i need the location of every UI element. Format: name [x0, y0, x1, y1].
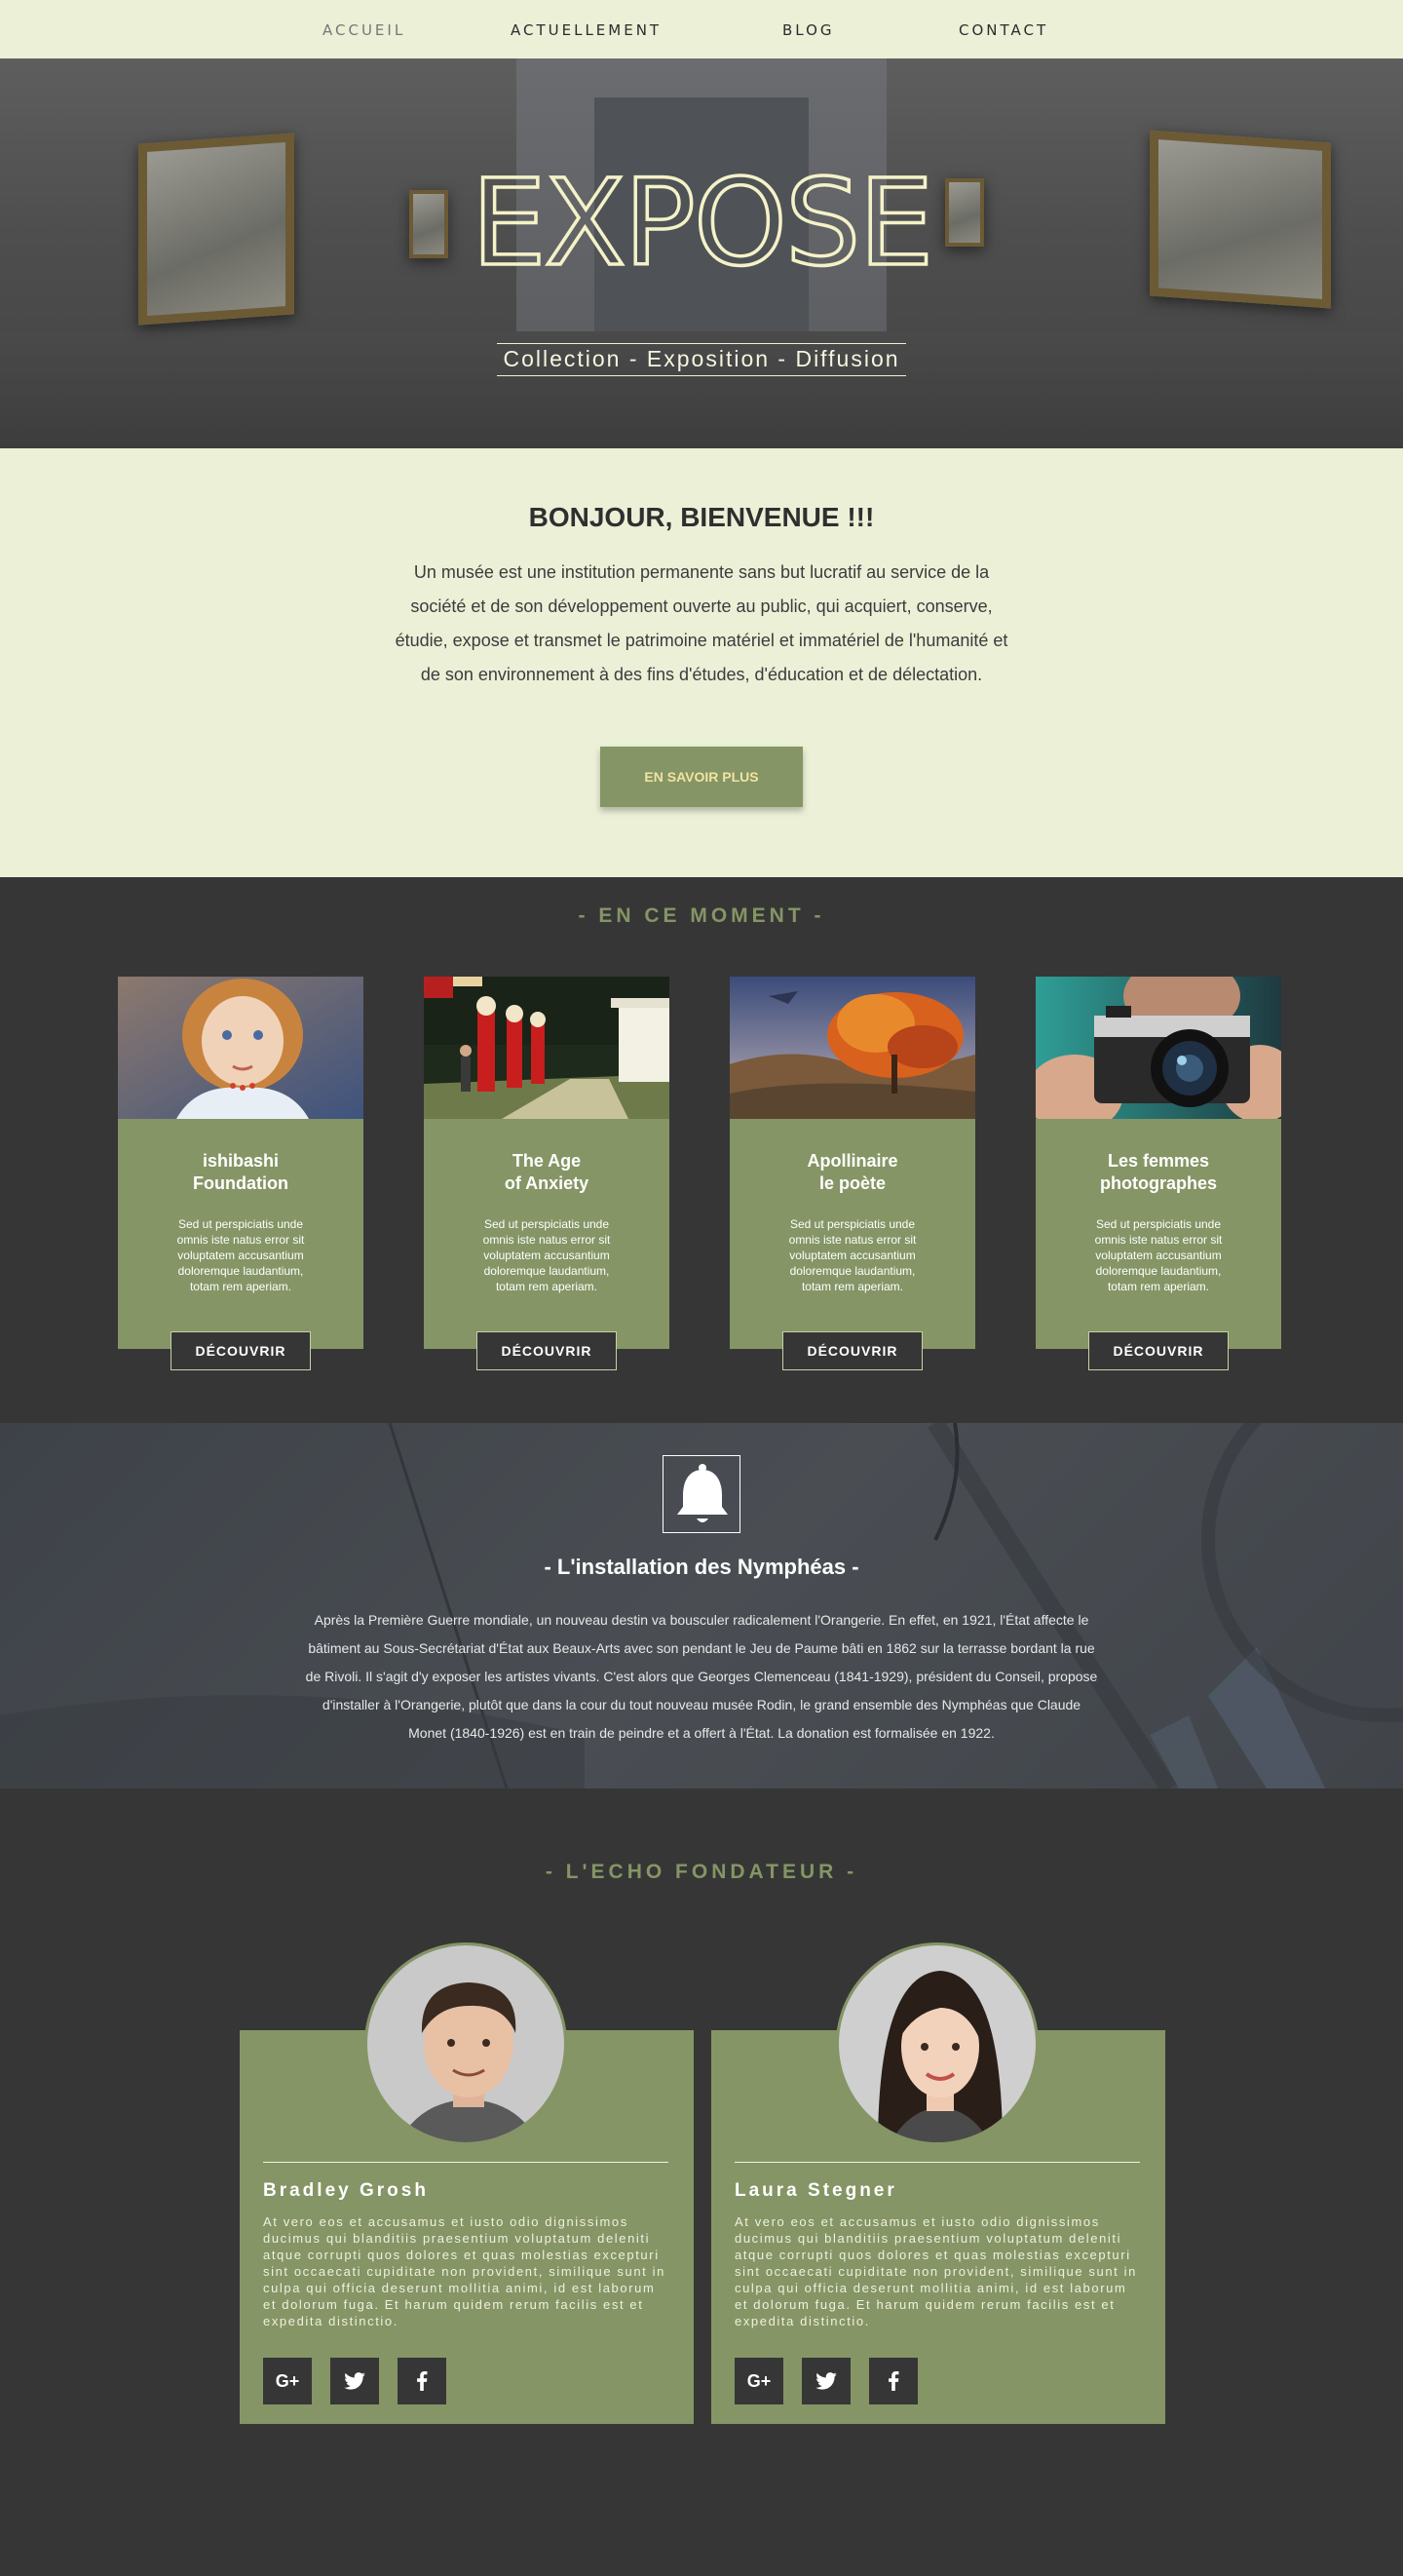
founder-divider — [735, 2162, 1140, 2163]
current-exhibitions-title: - EN CE MOMENT - — [578, 904, 825, 927]
top-nav: ACCUEIL ACTUELLEMENT BLOG CONTACT — [0, 0, 1403, 58]
exhibition-card: Apollinaire le poète Sed ut perspiciatis … — [730, 977, 975, 1370]
founders-section: - L'ECHO FONDATEUR - Bradley Grosh At ve… — [0, 1788, 1403, 2576]
hero-banner: EXPOSE Collection - Exposition - Diffusi… — [0, 58, 1403, 448]
bell-icon-box — [663, 1455, 740, 1533]
exhibition-card-text: Sed ut perspiciatis unde omnis iste natu… — [788, 1217, 917, 1293]
exhibition-image-autumn-tree — [730, 977, 975, 1119]
exhibition-image-photographer — [1036, 977, 1281, 1119]
nympheas-title: - L'installation des Nymphéas - — [544, 1555, 859, 1579]
facebook-button[interactable] — [869, 2358, 918, 2404]
nav-link-contact[interactable]: CONTACT — [959, 21, 1048, 39]
avatar — [364, 1942, 567, 2145]
hero-tagline: Collection - Exposition - Diffusion — [497, 343, 906, 376]
nav-link-actuellement[interactable]: ACTUELLEMENT — [511, 21, 662, 39]
exhibition-card-text: Sed ut perspiciatis unde omnis iste natu… — [1094, 1217, 1223, 1293]
exhibition-card-title: ishibashi Foundation — [193, 1151, 288, 1193]
twitter-icon — [815, 2372, 837, 2390]
bell-icon — [677, 1464, 728, 1522]
hero-painting-right — [1150, 130, 1331, 309]
exhibition-card: ishibashi Foundation Sed ut perspiciatis … — [118, 977, 363, 1370]
founder-bio: At vero eos et accusamus et iusto odio d… — [735, 2214, 1137, 2328]
hero-painting-left — [138, 133, 294, 326]
founders-title: - L'ECHO FONDATEUR - — [545, 1861, 858, 1883]
facebook-icon — [417, 2371, 428, 2391]
founder-card: Bradley Grosh At vero eos et accusamus e… — [240, 1942, 694, 2424]
twitter-button[interactable] — [330, 2358, 379, 2404]
exhibition-card: Les femmes photographes Sed ut perspiciat… — [1036, 977, 1281, 1370]
welcome-title: BONJOUR, BIENVENUE !!! — [528, 502, 875, 532]
google-plus-button[interactable]: G+ — [263, 2358, 312, 2404]
discover-button[interactable]: DÉCOUVRIR — [476, 1331, 617, 1370]
current-exhibitions-section: - EN CE MOMENT - ishibashi Foundation Sed… — [0, 877, 1403, 1423]
exhibition-card-title: The Age of Anxiety — [504, 1151, 589, 1193]
facebook-icon — [889, 2371, 899, 2391]
twitter-button[interactable] — [802, 2358, 851, 2404]
discover-button[interactable]: DÉCOUVRIR — [1088, 1331, 1229, 1370]
twitter-icon — [344, 2372, 365, 2390]
exhibition-card-text: Sed ut perspiciatis unde omnis iste natu… — [482, 1217, 611, 1293]
learn-more-button[interactable]: EN SAVOIR PLUS — [600, 747, 803, 807]
exhibition-card-title: Apollinaire le poète — [807, 1151, 898, 1193]
welcome-text: Un musée est une institution permanente … — [395, 562, 1008, 684]
exhibition-card-text: Sed ut perspiciatis unde omnis iste natu… — [176, 1217, 305, 1293]
exhibition-image-gas-station — [424, 977, 669, 1119]
exhibition-card-title: Les femmes photographes — [1100, 1151, 1217, 1193]
avatar — [836, 1942, 1039, 2145]
hero-painting-small-left — [409, 190, 448, 258]
nympheas-text: Après la Première Guerre mondiale, un no… — [305, 1612, 1098, 1741]
discover-button[interactable]: DÉCOUVRIR — [171, 1331, 311, 1370]
welcome-section: BONJOUR, BIENVENUE !!! Un musée est une … — [0, 448, 1403, 877]
exhibition-image-renoir-girl — [118, 977, 363, 1119]
nympheas-section: - L'installation des Nymphéas - Après la… — [0, 1423, 1403, 1788]
founder-name: Laura Stegner — [735, 2180, 897, 2201]
founder-card: Laura Stegner At vero eos et accusamus e… — [711, 1942, 1165, 2424]
founder-divider — [263, 2162, 668, 2163]
google-plus-button[interactable]: G+ — [735, 2358, 783, 2404]
facebook-button[interactable] — [398, 2358, 446, 2404]
discover-button[interactable]: DÉCOUVRIR — [782, 1331, 923, 1370]
expose-logo: EXPOSE — [470, 161, 935, 288]
expose-logo-text: EXPOSE — [472, 161, 932, 288]
nav-link-accueil[interactable]: ACCUEIL — [322, 21, 405, 39]
founder-name: Bradley Grosh — [263, 2180, 429, 2201]
founder-bio: At vero eos et accusamus et iusto odio d… — [263, 2214, 665, 2328]
nav-link-blog[interactable]: BLOG — [782, 21, 835, 39]
exhibition-card: The Age of Anxiety Sed ut perspiciatis un… — [424, 977, 669, 1370]
hero-painting-small-right — [945, 178, 984, 247]
